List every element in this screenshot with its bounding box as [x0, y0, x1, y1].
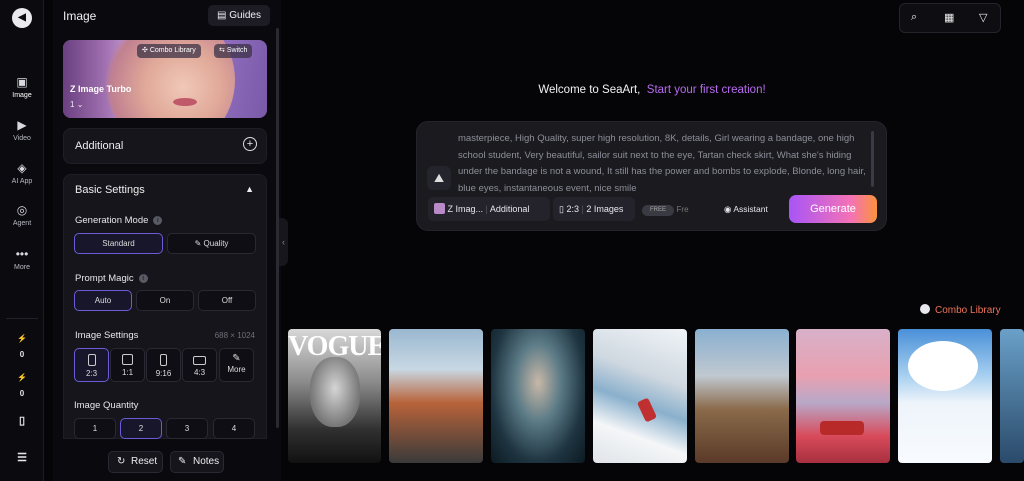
generation-mode-label: Generation Mode i — [75, 215, 163, 226]
additional-section[interactable]: Additional + — [63, 128, 267, 164]
energy-counter: 0 — [19, 389, 25, 398]
notes-button[interactable]: ✎ Notes — [170, 451, 224, 473]
mode-standard-button[interactable]: Standard — [74, 233, 163, 254]
model-thumbnail-lips — [173, 98, 197, 106]
book-icon: ▤ — [217, 10, 230, 21]
ratio-square-icon — [122, 354, 133, 365]
free-badge: FREE — [642, 205, 675, 216]
panel-title: Image — [63, 9, 97, 23]
ratio-1-1[interactable]: 1:1 — [110, 348, 145, 382]
gallery-image[interactable] — [796, 329, 890, 463]
agent-icon: ◎ — [16, 203, 28, 217]
assistant-button[interactable]: ◉ Assistant — [724, 197, 786, 221]
search-icon[interactable]: ⌕ — [911, 11, 917, 24]
rail-item-video[interactable]: ▶ Video — [0, 118, 44, 142]
prompt-model-tag[interactable]: Z Imag... | Additional — [428, 197, 550, 221]
grid-icon[interactable]: ▦ — [944, 11, 954, 24]
model-version[interactable]: 1 ⌄ — [70, 100, 83, 109]
image-size-readout: 688 × 1024 — [214, 331, 255, 340]
prompt-magic-auto[interactable]: Auto — [74, 290, 132, 311]
collapse-up-icon[interactable]: ▲ — [245, 184, 254, 194]
prompt-magic-on[interactable]: On — [136, 290, 194, 311]
quantity-1[interactable]: 1 — [74, 418, 116, 439]
additional-label: Additional — [75, 140, 124, 152]
welcome-heading: Welcome to SeaArt, Start your first crea… — [538, 84, 766, 96]
gallery-red-car — [820, 421, 864, 435]
reset-icon: ↻ — [117, 456, 126, 467]
assistant-icon: ◉ — [724, 204, 732, 214]
gallery-image[interactable] — [898, 329, 992, 463]
mode-quality-button[interactable]: ✎ Quality — [167, 233, 256, 254]
combo-icon — [920, 304, 930, 314]
ratio-9-16[interactable]: 9:16 — [146, 348, 181, 382]
sparkle-icon: ✎ — [194, 239, 204, 248]
ratio-portrait-icon — [87, 354, 96, 366]
credit-counter: 0 — [19, 350, 25, 359]
gallery-portrait-face — [310, 357, 360, 427]
ratio-4-3[interactable]: 4:3 — [182, 348, 217, 382]
gallery-image[interactable] — [695, 329, 789, 463]
ratio-2-3[interactable]: 2:3 — [74, 348, 109, 382]
rail-item-more[interactable]: ••• More — [0, 247, 44, 271]
gallery-image[interactable] — [389, 329, 483, 463]
filter-icon[interactable]: ▽ — [979, 11, 987, 24]
more-icon: ••• — [15, 247, 29, 261]
mobile-icon[interactable]: ▯ — [0, 414, 44, 427]
purple-lightning-icon: ⚡ — [17, 373, 27, 382]
guides-button[interactable]: ▤ Guides — [208, 5, 270, 26]
ratio-icon: ▯ — [559, 204, 564, 214]
rail-item-ai-app[interactable]: ◈ AI App — [0, 161, 44, 185]
generate-button[interactable]: Generate — [789, 195, 877, 223]
seaart-logo[interactable]: ◀ — [12, 8, 32, 28]
reset-button[interactable]: ↻ Reset — [108, 451, 163, 473]
gallery-skier — [636, 397, 658, 423]
panel-footer: ↻ Reset ✎ Notes — [53, 446, 281, 481]
collapse-panel-handle[interactable]: ‹ — [279, 218, 288, 266]
quantity-3[interactable]: 3 — [166, 418, 208, 439]
combo-library-link[interactable]: Combo Library — [920, 304, 1001, 316]
ai-app-icon: ◈ — [17, 161, 27, 175]
ratio-more[interactable]: ✎ More — [219, 348, 254, 382]
prompt-box: masterpiece, High Quality, super high re… — [416, 121, 887, 231]
prompt-ratio-tag[interactable]: ▯ 2:3 | 2 Images — [553, 197, 635, 221]
model-card[interactable]: ✣ Combo Library ⇆ Switch Z Image Turbo 1… — [63, 40, 267, 118]
prompt-scrollbar[interactable] — [871, 131, 874, 187]
quantity-2[interactable]: 2 — [120, 418, 162, 439]
gallery-image[interactable]: VOGUE — [288, 329, 381, 463]
pencil-icon: ✎ — [232, 353, 241, 364]
left-rail: ◀ ▣ Image ▶ Video ◈ AI App ◎ Agent ••• More ⚡… — [0, 0, 44, 481]
settings-panel: Image ▤ Guides ✣ Combo Library ⇆ Switch … — [53, 0, 281, 481]
gallery-cloud — [908, 341, 978, 391]
rail-item-agent[interactable]: ◎ Agent — [0, 203, 44, 227]
switch-model-chip[interactable]: ⇆ Switch — [214, 44, 253, 58]
top-toolbar: ⌕ ▦ ▽ — [899, 3, 1001, 33]
info-icon[interactable]: i — [138, 274, 148, 283]
gallery-image[interactable] — [491, 329, 585, 463]
welcome-highlight[interactable]: Start your first creation! — [647, 84, 766, 96]
gallery-image[interactable] — [1000, 329, 1024, 463]
rail-divider — [6, 318, 38, 319]
video-icon: ▶ — [17, 118, 27, 132]
combo-library-chip[interactable]: ✣ Combo Library — [137, 44, 201, 58]
chevron-down-icon: ⌄ — [76, 100, 84, 109]
free-credit-tag[interactable]: FREE Fre — [642, 197, 722, 221]
menu-icon[interactable]: ☰ — [0, 451, 44, 464]
image-upload-icon[interactable]: ⛰ — [427, 166, 451, 190]
ratio-landscape-icon — [193, 356, 206, 365]
basic-settings-label: Basic Settings — [75, 184, 145, 196]
lightning-icon: ⚡ — [17, 334, 27, 343]
notes-icon: ✎ — [178, 456, 187, 467]
quantity-4[interactable]: 4 — [213, 418, 255, 439]
plus-circle-icon[interactable]: + — [243, 137, 257, 151]
prompt-magic-off[interactable]: Off — [198, 290, 256, 311]
prompt-magic-label: Prompt Magic i — [75, 273, 148, 284]
image-settings-label: Image Settings — [75, 330, 139, 341]
prompt-input[interactable]: masterpiece, High Quality, super high re… — [458, 131, 868, 197]
gallery-image[interactable] — [593, 329, 687, 463]
image-quantity-label: Image Quantity — [74, 400, 139, 411]
info-icon[interactable]: i — [153, 216, 163, 225]
ratio-tall-icon — [160, 354, 167, 366]
model-mini-thumbnail — [434, 203, 445, 214]
